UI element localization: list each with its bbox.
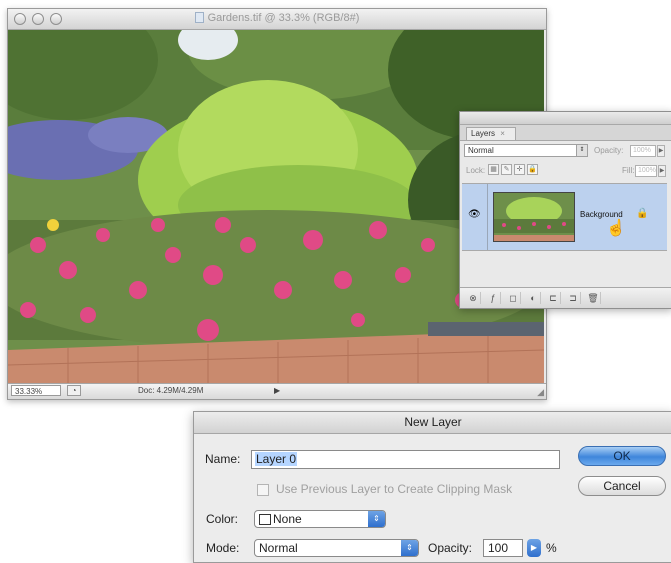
cancel-button[interactable]: Cancel — [578, 476, 666, 496]
resize-grip-icon[interactable]: ◢ — [537, 387, 544, 398]
zoom-field[interactable]: 33.33% — [11, 385, 61, 396]
document-titlebar[interactable]: Gardens.tif @ 33.3% (RGB/8#) — [8, 9, 546, 30]
fill-arrow-icon[interactable]: ▶ — [658, 165, 666, 177]
color-swatch — [259, 514, 271, 525]
lock-all-icon[interactable]: 🔒 — [527, 164, 538, 175]
color-select-arrows-icon: ⇕ — [368, 511, 385, 527]
add-mask-icon[interactable]: ◻ — [506, 292, 521, 304]
clipping-mask-checkbox[interactable] — [257, 484, 269, 496]
tab-layers[interactable]: Layers × — [466, 127, 516, 140]
layers-panel-header[interactable] — [460, 112, 671, 125]
eye-visibility-icon[interactable]: 👁 — [468, 210, 481, 220]
doc-size-info: Doc: 4.29M/4.29M — [138, 386, 204, 395]
ok-button[interactable]: OK — [578, 446, 666, 466]
select-arrows-icon: ⇕ — [576, 145, 587, 156]
blend-mode-value: Normal — [468, 146, 494, 155]
adjustment-layer-icon[interactable]: ◐ — [526, 292, 541, 304]
fill-label: Fill: — [622, 166, 635, 175]
opacity-dialog-label: Opacity: — [428, 541, 473, 555]
tab-layers-label: Layers — [471, 129, 496, 138]
lock-row: Lock: ▦ ✎ ✛ 🔒 Fill: 100% ▶ — [460, 161, 671, 181]
color-select[interactable]: None ⇕ — [254, 510, 386, 528]
document-statusbar: 33.33% ◔ Doc: 4.29M/4.29M ▶ ◢ — [8, 383, 546, 399]
color-value: None — [273, 512, 302, 526]
lock-label: Lock: — [466, 166, 486, 175]
lock-position-icon[interactable]: ✛ — [514, 164, 525, 175]
layer-row-background[interactable]: 👁 Background 🔒 ☝ — [462, 183, 667, 251]
new-layer-icon[interactable]: ⊐ — [566, 292, 581, 304]
opacity-arrow-icon[interactable]: ▶ — [657, 145, 665, 157]
layer-lock-icon: 🔒 — [636, 208, 649, 219]
layer-style-icon[interactable]: ƒ — [486, 292, 501, 304]
layers-panel-footer: ⊗ ƒ ◻ ◐ ⊏ ⊐ 🗑 — [460, 287, 671, 308]
layer-thumbnail — [493, 192, 575, 242]
new-layer-dialog: New Layer Name: Layer 0 Use Previous Lay… — [193, 411, 671, 563]
mode-label: Mode: — [206, 541, 240, 555]
opacity-field[interactable]: 100% — [630, 145, 656, 157]
status-menu-arrow-icon[interactable]: ▶ — [274, 386, 280, 395]
opacity-unit: % — [546, 541, 557, 555]
mode-select[interactable]: Normal ⇕ — [254, 539, 419, 557]
trash-icon[interactable]: 🗑 — [586, 292, 601, 304]
lock-image-icon[interactable]: ✎ — [501, 164, 512, 175]
document-title-text: Gardens.tif @ 33.3% (RGB/8#) — [207, 12, 360, 24]
document-title: Gardens.tif @ 33.3% (RGB/8#) — [8, 12, 546, 24]
layer-name-field[interactable]: Layer 0 — [251, 450, 560, 469]
new-group-icon[interactable]: ⊏ — [546, 292, 561, 304]
opacity-stepper-arrow-icon[interactable]: ▶ — [527, 539, 541, 557]
tab-close-icon[interactable]: × — [500, 129, 505, 138]
dialog-title: New Layer — [194, 412, 671, 434]
layers-panel-tabs: Layers × — [460, 125, 671, 141]
clipping-mask-label: Use Previous Layer to Create Clipping Ma… — [276, 482, 513, 496]
lock-transparency-icon[interactable]: ▦ — [488, 164, 499, 175]
mode-value: Normal — [259, 541, 298, 555]
opacity-dialog-field[interactable]: 100 — [483, 539, 523, 557]
layer-divider — [487, 184, 488, 250]
blend-mode-select[interactable]: Normal ⇕ — [464, 144, 588, 157]
mode-select-arrows-icon: ⇕ — [401, 540, 418, 556]
pointer-hand-icon: ☝ — [606, 220, 626, 237]
fill-field[interactable]: 100% — [635, 165, 657, 177]
layer-name-value: Layer 0 — [255, 452, 298, 466]
color-label: Color: — [206, 512, 239, 526]
name-label: Name: — [205, 452, 241, 466]
blend-row: Normal ⇕ Opacity: 100% ▶ — [460, 141, 671, 161]
tif-file-icon — [194, 12, 204, 23]
layers-panel: Layers × Normal ⇕ Opacity: 100% ▶ Lock: … — [459, 111, 671, 309]
status-info-icon[interactable]: ◔ — [67, 385, 81, 396]
opacity-label: Opacity: — [594, 146, 624, 155]
link-layers-icon[interactable]: ⊗ — [466, 292, 481, 304]
